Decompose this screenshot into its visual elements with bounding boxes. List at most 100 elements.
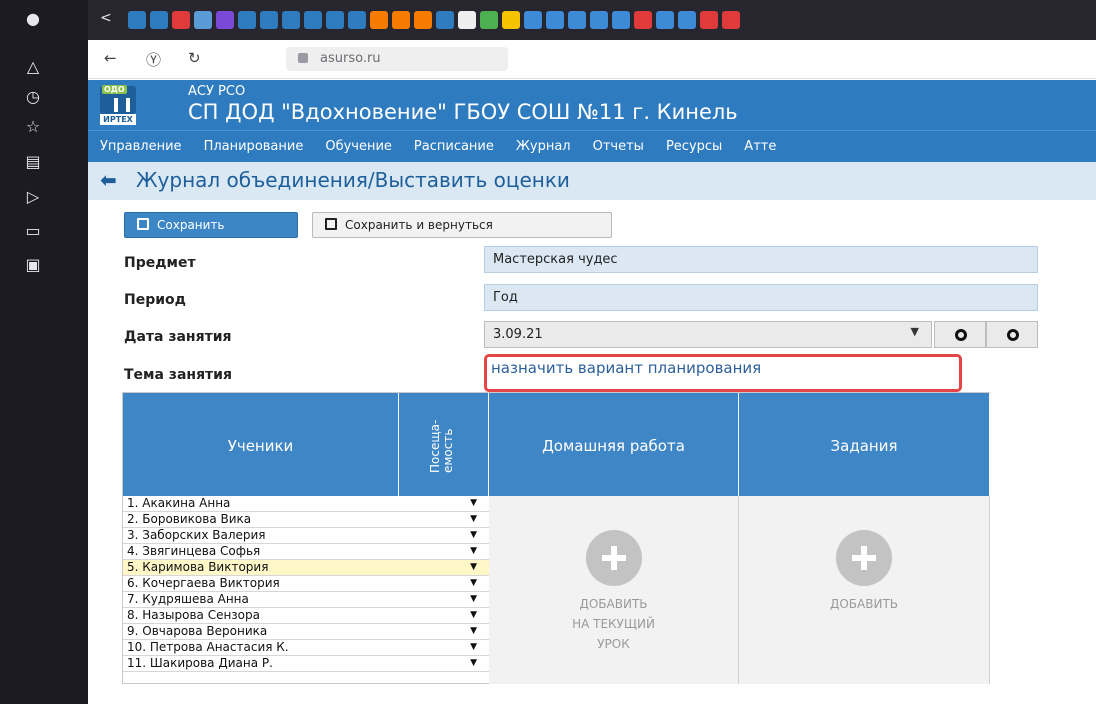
screenshot-icon[interactable]: ▣ xyxy=(24,256,42,274)
menu-planirovanie[interactable]: Планирование xyxy=(204,139,304,154)
chevron-down-icon: ▼ xyxy=(470,578,477,588)
homework-add-label[interactable]: ДОБАВИТЬ НА ТЕКУЩИЙ УРОК xyxy=(489,594,738,654)
attendance-select[interactable]: ▼ xyxy=(399,512,489,527)
attendance-select[interactable]: ▼ xyxy=(399,496,489,511)
tab-favicon[interactable] xyxy=(458,11,476,29)
reload-icon[interactable]: ↻ xyxy=(188,49,201,67)
tab-favicon[interactable] xyxy=(502,11,520,29)
table-row: 5. Каримова Виктория ▼ xyxy=(123,560,489,576)
back-arrow-icon[interactable]: ⬅ xyxy=(100,169,122,191)
tab-bar: < xyxy=(88,0,1096,40)
tab-favicon[interactable] xyxy=(568,11,586,29)
attendance-select[interactable]: ▼ xyxy=(399,576,489,591)
star-icon[interactable]: ☆ xyxy=(24,118,42,136)
save-icon xyxy=(137,218,149,230)
table-row: 2. Боровикова Вика ▼ xyxy=(123,512,489,528)
tab-favicon[interactable] xyxy=(480,11,498,29)
tab-favicon[interactable] xyxy=(238,11,256,29)
menu-resursy[interactable]: Ресурсы xyxy=(666,139,722,154)
tab-favicon[interactable] xyxy=(370,11,388,29)
play-icon[interactable]: ▷ xyxy=(24,188,42,206)
tab-favicon[interactable] xyxy=(634,11,652,29)
tab-favicon[interactable] xyxy=(392,11,410,29)
chevron-down-icon: ▼ xyxy=(470,530,477,540)
homework-add-area[interactable]: ДОБАВИТЬ НА ТЕКУЩИЙ УРОК xyxy=(489,496,739,684)
tab-favicons xyxy=(128,11,740,29)
date-select-value: 3.09.21 xyxy=(493,327,543,342)
circle-icon xyxy=(1007,329,1019,341)
table-row: 7. Кудряшева Анна ▼ xyxy=(123,592,489,608)
tab-favicon[interactable] xyxy=(524,11,542,29)
tab-favicon[interactable] xyxy=(150,11,168,29)
tab-favicon[interactable] xyxy=(656,11,674,29)
tab-favicon[interactable] xyxy=(260,11,278,29)
theme-link[interactable]: назначить вариант планирования xyxy=(484,354,962,392)
attendance-select[interactable]: ▼ xyxy=(399,560,489,575)
date-select[interactable]: 3.09.21 ▼ xyxy=(484,321,932,348)
table-row: 1. Акакина Анна ▼ xyxy=(123,496,489,512)
app-logo[interactable]: ОДО ИРТЕХ xyxy=(100,85,136,126)
chevron-down-icon: ▼ xyxy=(470,658,477,668)
back-arrow-icon[interactable]: ← xyxy=(104,49,117,67)
url-text: asurso.ru xyxy=(320,51,381,66)
tasks-add-area[interactable]: ДОБАВИТЬ xyxy=(739,496,990,684)
plus-icon[interactable] xyxy=(586,530,642,586)
tab-favicon[interactable] xyxy=(326,11,344,29)
bell-icon[interactable]: △ xyxy=(24,58,42,76)
chevron-down-icon: ▼ xyxy=(470,562,477,572)
subject-label: Предмет xyxy=(124,255,196,271)
subject-field: Мастерская чудес xyxy=(484,246,1038,273)
save-and-return-button[interactable]: Сохранить и вернуться xyxy=(312,212,612,238)
attendance-select[interactable]: ▼ xyxy=(399,528,489,543)
prev-date-button[interactable] xyxy=(934,321,986,348)
tab-favicon[interactable] xyxy=(546,11,564,29)
tab-favicon[interactable] xyxy=(194,11,212,29)
attendance-select[interactable]: ▼ xyxy=(399,608,489,623)
history-icon[interactable]: ◷ xyxy=(24,88,42,106)
attendance-select[interactable]: ▼ xyxy=(399,656,489,671)
chevron-down-icon: ▼ xyxy=(470,514,477,524)
tab-favicon[interactable] xyxy=(700,11,718,29)
tab-favicon[interactable] xyxy=(414,11,432,29)
table-row: 9. Овчарова Вероника ▼ xyxy=(123,624,489,640)
chevron-down-icon: ▼ xyxy=(910,325,919,338)
menu-upravlenie[interactable]: Управление xyxy=(100,139,182,154)
tasks-add-label[interactable]: ДОБАВИТЬ xyxy=(739,594,989,614)
tab-favicon[interactable] xyxy=(348,11,366,29)
menu-otchety[interactable]: Отчеты xyxy=(593,139,644,154)
tab-favicon[interactable] xyxy=(590,11,608,29)
url-field[interactable]: asurso.ru xyxy=(286,47,508,71)
tab-favicon[interactable] xyxy=(216,11,234,29)
tab-favicon[interactable] xyxy=(436,11,454,29)
attendance-select[interactable]: ▼ xyxy=(399,624,489,639)
menu-zhurnal[interactable]: Журнал xyxy=(516,139,571,154)
student-name: 2. Боровикова Вика xyxy=(127,512,252,526)
main-menu: Управление Планирование Обучение Расписа… xyxy=(88,130,1096,162)
student-name: 8. Назырова Сензора xyxy=(127,608,260,622)
yandex-icon[interactable]: Ⓨ xyxy=(146,49,161,70)
plus-icon[interactable] xyxy=(836,530,892,586)
attendance-select[interactable]: ▼ xyxy=(399,640,489,655)
save-button[interactable]: Сохранить xyxy=(124,212,298,238)
counter-icon[interactable]: ▭ xyxy=(24,222,42,240)
tab-favicon[interactable] xyxy=(612,11,630,29)
attendance-select[interactable]: ▼ xyxy=(399,592,489,607)
tab-favicon[interactable] xyxy=(172,11,190,29)
profile-icon[interactable]: ● xyxy=(24,10,42,28)
tab-favicon[interactable] xyxy=(722,11,740,29)
tab-scroll-left-icon[interactable]: < xyxy=(100,10,112,26)
chevron-down-icon: ▼ xyxy=(470,642,477,652)
menu-obuchenie[interactable]: Обучение xyxy=(325,139,392,154)
student-name: 11. Шакирова Диана Р. xyxy=(127,656,273,670)
menu-raspisanie[interactable]: Расписание xyxy=(414,139,494,154)
lock-icon xyxy=(298,53,308,63)
tab-favicon[interactable] xyxy=(282,11,300,29)
tab-favicon[interactable] xyxy=(678,11,696,29)
notes-icon[interactable]: ▤ xyxy=(24,153,42,171)
attendance-select[interactable]: ▼ xyxy=(399,544,489,559)
tab-favicon[interactable] xyxy=(128,11,146,29)
theme-label: Тема занятия xyxy=(124,367,232,383)
next-date-button[interactable] xyxy=(986,321,1038,348)
tab-favicon[interactable] xyxy=(304,11,322,29)
menu-attestacia[interactable]: Атте xyxy=(744,139,776,154)
